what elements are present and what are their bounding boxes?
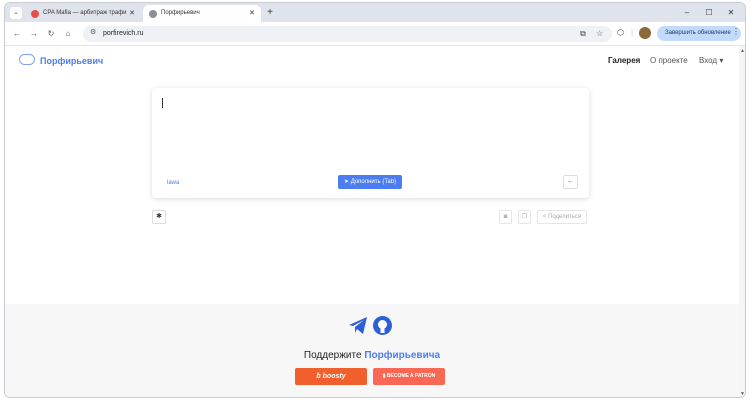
nav-login[interactable]: Вход ▾	[699, 56, 723, 65]
tab-strip: ⌄ CPA Mafia — арбитраж трафи ✕ Порфирьев…	[5, 3, 745, 22]
tab-title: CPA Mafia — арбитраж трафи	[43, 10, 127, 16]
copy-button[interactable]: ❐	[518, 210, 531, 224]
close-tab-icon[interactable]: ✕	[129, 5, 135, 22]
share-button[interactable]: < Поделиться	[537, 210, 587, 224]
browser-window: ⌄ CPA Mafia — арбитраж трафи ✕ Порфирьев…	[4, 2, 746, 398]
maximize-icon[interactable]: ☐	[699, 3, 719, 22]
tab-cpa-mafia[interactable]: CPA Mafia — арбитраж трафи ✕	[25, 5, 141, 22]
nav-about[interactable]: О проекте	[650, 56, 688, 65]
text-editor-caret[interactable]	[162, 98, 163, 108]
forward-arrow-icon[interactable]: →	[28, 28, 40, 40]
tab-porfirevich[interactable]: Порфирьевич ✕	[143, 5, 261, 22]
complete-button-label: Дополнить (Tab)	[350, 179, 396, 185]
update-button[interactable]: Завершить обновление	[657, 26, 741, 41]
divider: |	[631, 28, 634, 37]
reload-icon[interactable]: ↻	[45, 28, 57, 40]
arrow-left-icon: ←	[567, 178, 574, 185]
browser-toolbar: ← → ↻ ⌂ ⚙ porfirevich.ru ⧉ ☆ ⬡ | Заверши…	[5, 22, 745, 46]
complete-button[interactable]: ➤ Дополнить (Tab)	[338, 175, 402, 189]
undo-button[interactable]: ←	[563, 175, 578, 189]
page-content: Порфирьевич Галерея О проекте Вход ▾ law…	[5, 46, 739, 397]
profile-avatar[interactable]	[639, 27, 651, 39]
scroll-down-icon[interactable]: ▼	[740, 391, 745, 397]
nav-gallery[interactable]: Галерея	[608, 56, 640, 65]
footer: Поддержите Порфирьевича ɓ boosty ▮ BECOM…	[5, 304, 739, 397]
github-icon[interactable]	[373, 316, 392, 335]
site-info-icon[interactable]: ⚙	[90, 28, 96, 36]
home-icon[interactable]: ⌂	[62, 28, 74, 40]
support-heading: Поддержите Порфирьевича	[5, 350, 739, 361]
globe-favicon-icon	[149, 10, 157, 18]
site-logo-text[interactable]: Порфирьевич	[40, 56, 103, 66]
menu-dots-icon[interactable]: ⋮	[732, 27, 740, 36]
model-label[interactable]: lawa	[167, 180, 179, 186]
install-app-icon[interactable]: ⧉	[580, 29, 586, 39]
share-button-label: Поделиться	[548, 214, 582, 220]
address-bar[interactable]: ⚙ porfirevich.ru ⧉ ☆	[83, 26, 612, 42]
gear-icon: ✱	[156, 213, 162, 220]
site-header: Порфирьевич Галерея О проекте Вход ▾	[5, 46, 739, 76]
github-glyph	[378, 320, 387, 333]
camera-button[interactable]: ◙	[499, 210, 512, 224]
send-icon: ➤	[343, 179, 351, 185]
tab-title: Порфирьевич	[161, 10, 200, 16]
brain-logo-icon[interactable]	[19, 54, 35, 65]
patreon-label: BECOME A PATRON	[386, 373, 436, 379]
new-tab-button[interactable]: +	[263, 5, 277, 20]
close-tab-icon[interactable]: ✕	[249, 5, 255, 22]
minimize-icon[interactable]: –	[677, 3, 697, 22]
patreon-button[interactable]: ▮ BECOME A PATRON	[373, 368, 445, 385]
tab-search-icon[interactable]: ⌄	[10, 7, 22, 19]
close-window-icon[interactable]: ✕	[721, 3, 741, 22]
boosty-button[interactable]: ɓ boosty	[295, 368, 367, 385]
url-text[interactable]: porfirevich.ru	[103, 30, 143, 37]
editor-card: lawa ➤ Дополнить (Tab) ←	[152, 88, 589, 198]
support-prefix: Поддержите	[303, 350, 365, 361]
extensions-icon[interactable]: ⬡	[617, 28, 624, 37]
support-name: Порфирьевича	[364, 350, 441, 361]
scroll-up-icon[interactable]: ▲	[740, 48, 745, 54]
page-scrollbar[interactable]: ▲ ▼	[739, 46, 745, 397]
cpa-favicon-icon	[31, 10, 39, 18]
nav-login-label: Вход	[699, 56, 718, 65]
boosty-label: boosty	[322, 373, 346, 380]
camera-icon: ◙	[503, 214, 508, 220]
bookmark-star-icon[interactable]: ☆	[596, 29, 603, 38]
copy-icon: ❐	[521, 214, 528, 220]
settings-button[interactable]: ✱	[152, 210, 166, 224]
telegram-icon[interactable]	[348, 316, 368, 335]
caret-down-icon: ▾	[719, 56, 724, 65]
back-arrow-icon[interactable]: ←	[11, 28, 23, 40]
